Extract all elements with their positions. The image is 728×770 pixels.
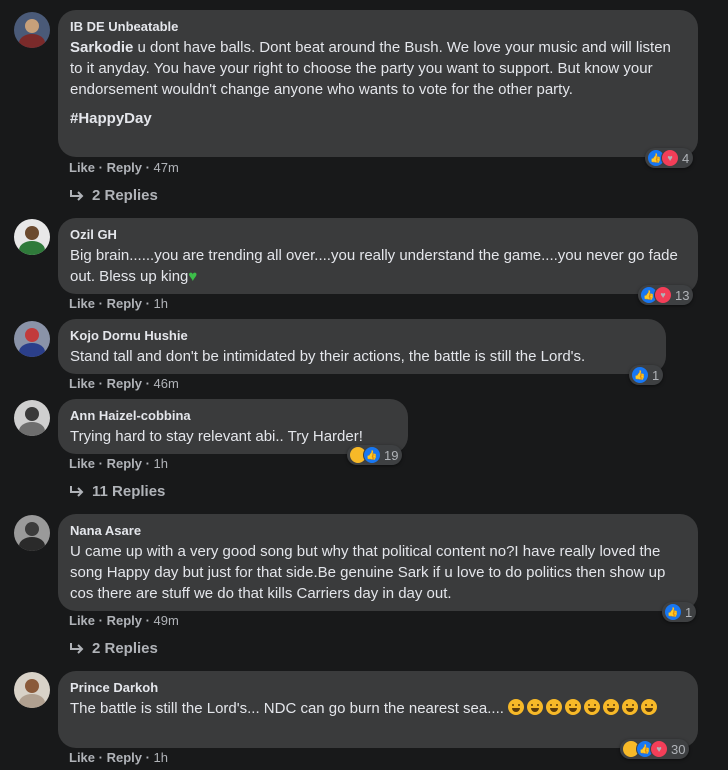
grinning-emoji	[546, 699, 563, 715]
reply-arrow-icon	[70, 189, 84, 201]
avatar[interactable]	[14, 12, 50, 48]
comment-bubble: Nana Asare U came up with a very good so…	[58, 514, 698, 611]
avatar[interactable]	[14, 219, 50, 255]
reply-button[interactable]: Reply	[107, 296, 142, 311]
comment-actions: Like · Reply · 1h	[69, 456, 169, 471]
hashtag-link[interactable]: #HappyDay	[70, 109, 686, 129]
comment-author[interactable]: Ozil GH	[70, 226, 686, 243]
reaction-summary[interactable]: 👍 ♥ 30	[620, 739, 690, 759]
comment-author[interactable]: IB DE Unbeatable	[70, 18, 686, 35]
like-button[interactable]: Like	[69, 160, 95, 175]
comment-author[interactable]: Prince Darkoh	[70, 679, 686, 696]
reply-button[interactable]: Reply	[107, 456, 142, 471]
reaction-count: 13	[675, 287, 690, 303]
tears-of-joy-emoji	[622, 699, 639, 715]
timestamp[interactable]: 1h	[154, 750, 168, 765]
tears-of-joy-emoji	[603, 699, 620, 715]
view-replies-button[interactable]: 2 Replies	[69, 640, 158, 657]
reaction-count: 1	[685, 604, 693, 620]
comment-bubble: Ozil GH Big brain......you are trending …	[58, 218, 698, 294]
comment-bubble: Prince Darkoh The battle is still the Lo…	[58, 671, 698, 748]
comment-actions: Like · Reply · 1h	[69, 750, 169, 765]
love-reaction-icon: ♥	[661, 149, 679, 167]
replies-label: 2 Replies	[92, 187, 158, 204]
reaction-summary[interactable]: 👍 1	[662, 602, 697, 622]
like-reaction-icon: 👍	[664, 603, 682, 621]
like-button[interactable]: Like	[69, 296, 95, 311]
comment-text: Big brain......you are trending all over…	[70, 247, 678, 285]
like-button[interactable]: Like	[69, 613, 95, 628]
comment-actions: Like · Reply · 49m	[69, 613, 179, 628]
like-button[interactable]: Like	[69, 456, 95, 471]
comment-author[interactable]: Ann Haizel-cobbina	[70, 407, 396, 424]
replies-label: 2 Replies	[92, 640, 158, 657]
comment-text: Sarkodie u dont have balls. Dont beat ar…	[70, 39, 671, 98]
mention-link[interactable]: Sarkodie	[70, 39, 133, 56]
comment-text: U came up with a very good song but why …	[70, 543, 666, 602]
reply-arrow-icon	[70, 485, 84, 497]
comment-text: Trying hard to stay relevant abi.. Try H…	[70, 428, 363, 445]
comment-bubble: Kojo Dornu Hushie Stand tall and don't b…	[58, 319, 666, 374]
grinning-emoji	[508, 699, 525, 715]
love-reaction-icon: ♥	[654, 286, 672, 304]
avatar[interactable]	[14, 321, 50, 357]
reaction-count: 30	[671, 741, 686, 757]
comment-actions: Like · Reply · 47m	[69, 160, 179, 175]
green-heart-emoji: ♥	[188, 268, 198, 285]
comment-author[interactable]: Kojo Dornu Hushie	[70, 327, 654, 344]
like-button[interactable]: Like	[69, 376, 95, 391]
timestamp[interactable]: 1h	[154, 456, 168, 471]
grinning-emoji	[527, 699, 544, 715]
reaction-count: 19	[384, 447, 399, 463]
timestamp[interactable]: 1h	[154, 296, 168, 311]
replies-label: 11 Replies	[92, 483, 166, 500]
reply-button[interactable]: Reply	[107, 613, 142, 628]
reaction-count: 1	[652, 367, 660, 383]
love-reaction-icon: ♥	[650, 740, 668, 758]
like-reaction-icon: 👍	[363, 446, 381, 464]
like-button[interactable]: Like	[69, 750, 95, 765]
comment-actions: Like · Reply · 46m	[69, 376, 179, 391]
comment-bubble: IB DE Unbeatable Sarkodie u dont have ba…	[58, 10, 698, 157]
reaction-count: 4	[682, 150, 690, 166]
reply-button[interactable]: Reply	[107, 750, 142, 765]
tears-of-joy-emoji	[641, 699, 658, 715]
reaction-summary[interactable]: 👍 19	[347, 445, 403, 465]
view-replies-button[interactable]: 2 Replies	[69, 187, 158, 204]
reply-button[interactable]: Reply	[107, 160, 142, 175]
reaction-summary[interactable]: 👍 ♥ 4	[645, 148, 694, 168]
avatar[interactable]	[14, 515, 50, 551]
view-replies-button[interactable]: 11 Replies	[69, 483, 165, 500]
tears-of-joy-emoji	[584, 699, 601, 715]
reaction-summary[interactable]: 👍 1	[629, 365, 664, 385]
timestamp[interactable]: 49m	[154, 613, 179, 628]
avatar[interactable]	[14, 672, 50, 708]
comment-author[interactable]: Nana Asare	[70, 522, 686, 539]
timestamp[interactable]: 47m	[154, 160, 179, 175]
comment-text: Stand tall and don't be intimidated by t…	[70, 348, 586, 365]
comment-actions: Like · Reply · 1h	[69, 296, 169, 311]
comment-text: The battle is still the Lord's... NDC ca…	[70, 698, 686, 719]
reply-button[interactable]: Reply	[107, 376, 142, 391]
reaction-summary[interactable]: 👍 ♥ 13	[638, 285, 694, 305]
grinning-emoji	[565, 699, 582, 715]
avatar[interactable]	[14, 400, 50, 436]
like-reaction-icon: 👍	[631, 366, 649, 384]
timestamp[interactable]: 46m	[154, 376, 179, 391]
reply-arrow-icon	[70, 642, 84, 654]
